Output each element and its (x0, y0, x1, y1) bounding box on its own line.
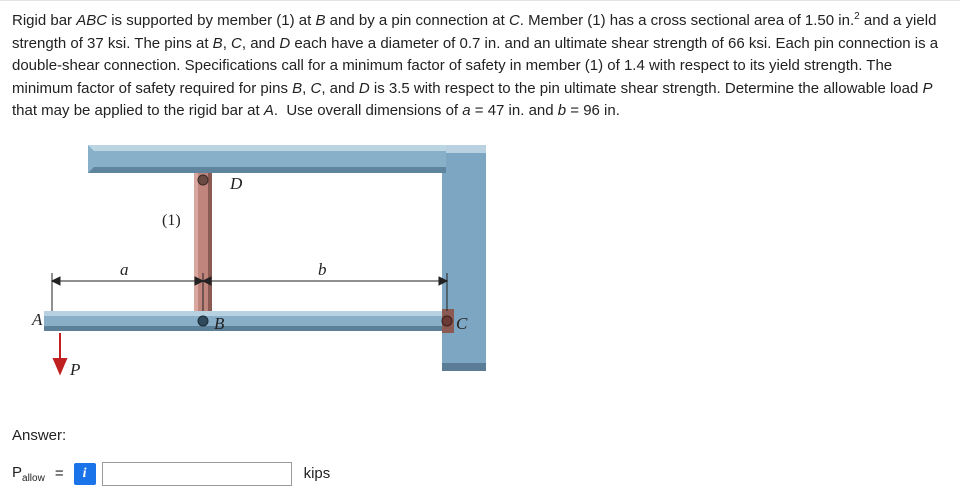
figure: A B C D (1) a b P (22, 133, 502, 413)
problem-statement: Rigid bar ABC is supported by member (1)… (12, 9, 948, 123)
label-c-point: C (456, 314, 468, 333)
label-d-point: D (229, 174, 243, 193)
label-dim-a: a (120, 260, 129, 279)
load-p-arrow (54, 333, 66, 373)
label-load-p: P (69, 360, 80, 379)
wall-right (442, 145, 486, 371)
info-icon[interactable]: i (74, 463, 96, 485)
pin-b (198, 316, 208, 326)
wall-top (88, 145, 446, 173)
pin-c (442, 309, 454, 333)
answer-unit: kips (304, 465, 331, 482)
answer-heading: Answer: (12, 427, 948, 444)
equals-sign: = (55, 465, 64, 482)
answer-input[interactable] (102, 462, 292, 486)
label-dim-b: b (318, 260, 327, 279)
rigid-bar (44, 311, 452, 331)
answer-variable: Pallow (12, 464, 45, 484)
label-b-point: B (214, 314, 225, 333)
label-member-1: (1) (162, 212, 181, 229)
pin-d (198, 175, 208, 185)
label-a-point: A (31, 310, 43, 329)
